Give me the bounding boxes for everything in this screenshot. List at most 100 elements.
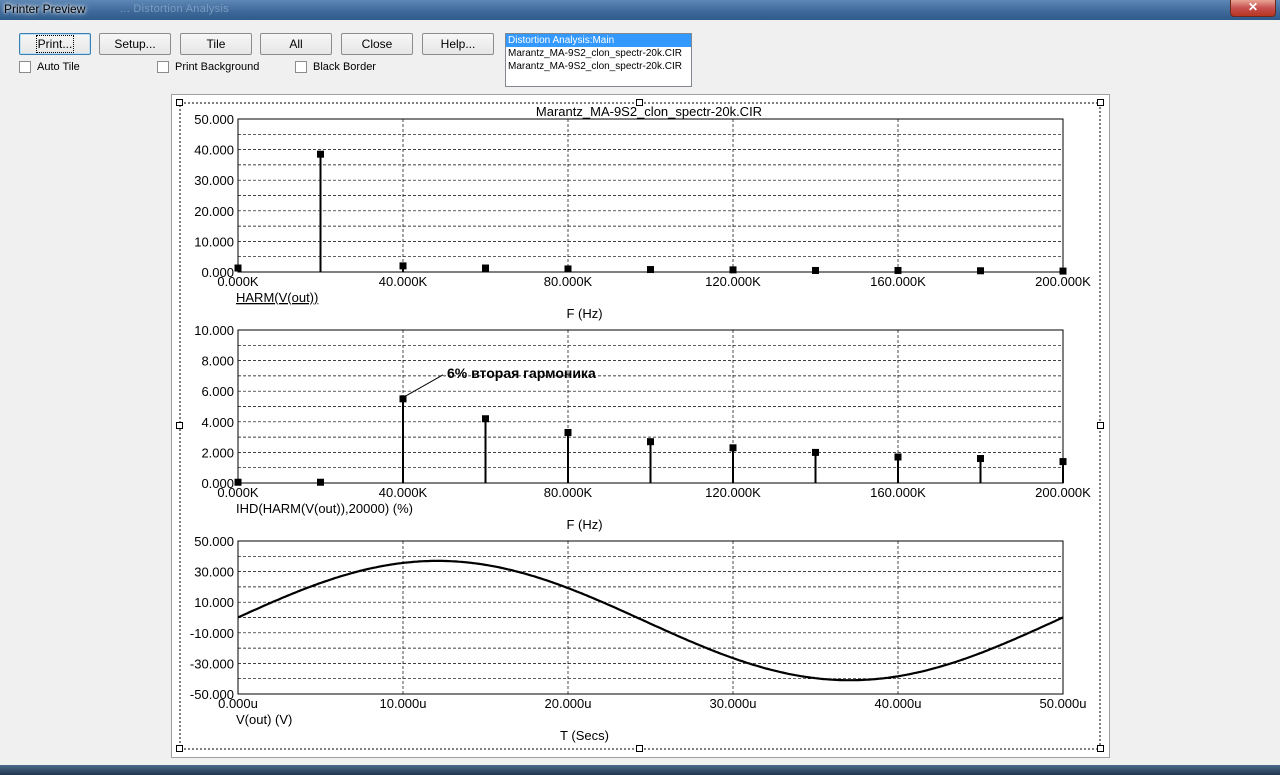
annotation-label: 6% вторая гармоника [447,365,596,381]
y-tick-label: -30.000 [190,656,234,671]
resize-handle[interactable] [636,745,643,752]
x-tick-label: 40.000K [379,274,428,289]
data-point-marker [399,395,407,403]
x-tick-label: 10.000u [380,696,427,711]
y-tick-label: 50.000 [194,534,234,549]
auto-tile-checkbox[interactable]: Auto Tile [19,61,80,73]
print-button-label: Print... [35,35,75,53]
window-close-button[interactable]: ✕ [1230,0,1276,17]
y-tick-label: 4.000 [201,415,234,430]
x-axis-label: T (Secs) [560,728,609,743]
data-point-marker [647,266,654,274]
x-tick-label: 80.000K [544,485,593,500]
listbox-item[interactable]: Marantz_MA-9S2_clon_spectr-20k.CIR [506,60,691,73]
black-border-checkbox[interactable]: Black Border [295,61,376,73]
taskbar [0,765,1280,775]
y-tick-label: 20.000 [194,204,234,219]
x-tick-label: 160.000K [870,274,926,289]
y-tick-label: 10.000 [194,234,234,249]
resize-handle[interactable] [176,745,183,752]
x-tick-label: 120.000K [705,485,761,500]
data-point-marker [977,455,984,463]
print-button[interactable]: Print... [19,33,91,55]
data-point-marker [894,453,902,461]
x-tick-label: 30.000u [710,696,757,711]
y-tick-label: 50.000 [194,112,234,127]
y-tick-label: -10.000 [190,626,234,641]
x-tick-label: 20.000u [545,696,592,711]
x-axis-label: F (Hz) [566,517,602,532]
series-line [237,559,1064,682]
data-point-marker [1059,267,1067,275]
data-point-marker [1059,458,1067,466]
data-point-marker [564,429,572,437]
data-point-marker [317,150,324,158]
data-point-marker [317,478,324,486]
data-point-marker [729,266,737,274]
black-border-box[interactable] [295,61,307,73]
y-axis-label: HARM(V(out)) [236,290,318,305]
x-tick-label: 80.000K [544,274,593,289]
y-tick-label: 40.000 [194,143,234,158]
resize-handle[interactable] [636,99,643,106]
all-button[interactable]: All [260,33,332,55]
x-tick-label: 200.000K [1035,485,1091,500]
resize-handle[interactable] [1097,745,1104,752]
x-tick-label: 160.000K [870,485,926,500]
data-point-marker [234,264,242,272]
y-tick-label: 30.000 [194,173,234,188]
resize-handle[interactable] [176,422,183,429]
x-tick-label: 40.000u [875,696,922,711]
data-point-marker [812,266,819,274]
print-background-box[interactable] [157,61,169,73]
auto-tile-label: Auto Tile [37,61,80,73]
data-point-marker [482,264,489,272]
y-axis-label: IHD(HARM(V(out)),20000) (%) [236,501,413,516]
data-point-marker [894,266,902,274]
resize-handle[interactable] [1097,99,1104,106]
x-tick-label: 0.000K [217,485,259,500]
y-tick-label: 8.000 [201,354,234,369]
close-button[interactable]: Close [341,33,413,55]
y-axis-label: V(out) (V) [236,712,292,727]
help-button[interactable]: Help... [422,33,494,55]
x-tick-label: 0.000K [217,274,259,289]
listbox-item[interactable]: Marantz_MA-9S2_clon_spectr-20k.CIR [506,47,691,60]
window-title: Printer Preview [4,2,86,16]
y-tick-label: 6.000 [201,384,234,399]
data-point-marker [977,267,984,275]
plot-canvas: Marantz_MA-9S2_clon_spectr-20k.CIR 50.00… [179,102,1101,750]
annotation-leader [405,374,444,397]
data-point-marker [234,478,242,486]
data-point-marker [812,448,819,456]
x-tick-label: 200.000K [1035,274,1091,289]
analysis-listbox[interactable]: Distortion Analysis:Main Marantz_MA-9S2_… [505,33,692,87]
x-tick-label: 0.000u [218,696,258,711]
page-title: Marantz_MA-9S2_clon_spectr-20k.CIR [536,104,762,119]
page-margin-border [179,102,1101,750]
x-tick-label: 40.000K [379,485,428,500]
title-bar: Printer Preview ... Distortion Analysis … [0,0,1280,20]
y-tick-label: 30.000 [194,565,234,580]
setup-button[interactable]: Setup... [99,33,171,55]
black-border-label: Black Border [313,61,376,73]
y-tick-label: 10.000 [194,595,234,610]
print-background-label: Print Background [175,61,260,73]
data-point-marker [482,415,489,423]
resize-handle[interactable] [1097,422,1104,429]
x-tick-label: 120.000K [705,274,761,289]
data-point-marker [564,265,572,273]
x-tick-label: 50.000u [1040,696,1087,711]
x-axis-label: F (Hz) [566,306,602,321]
listbox-item[interactable]: Distortion Analysis:Main [506,34,691,47]
print-background-checkbox[interactable]: Print Background [157,61,259,73]
tile-button[interactable]: Tile [180,33,252,55]
y-tick-label: 10.000 [194,323,234,338]
window-ghost-title: ... Distortion Analysis [120,3,229,15]
print-page: Marantz_MA-9S2_clon_spectr-20k.CIR 50.00… [171,94,1110,758]
data-point-marker [399,262,407,270]
data-point-marker [647,438,654,446]
resize-handle[interactable] [176,99,183,106]
auto-tile-box[interactable] [19,61,31,73]
data-point-marker [729,444,737,452]
